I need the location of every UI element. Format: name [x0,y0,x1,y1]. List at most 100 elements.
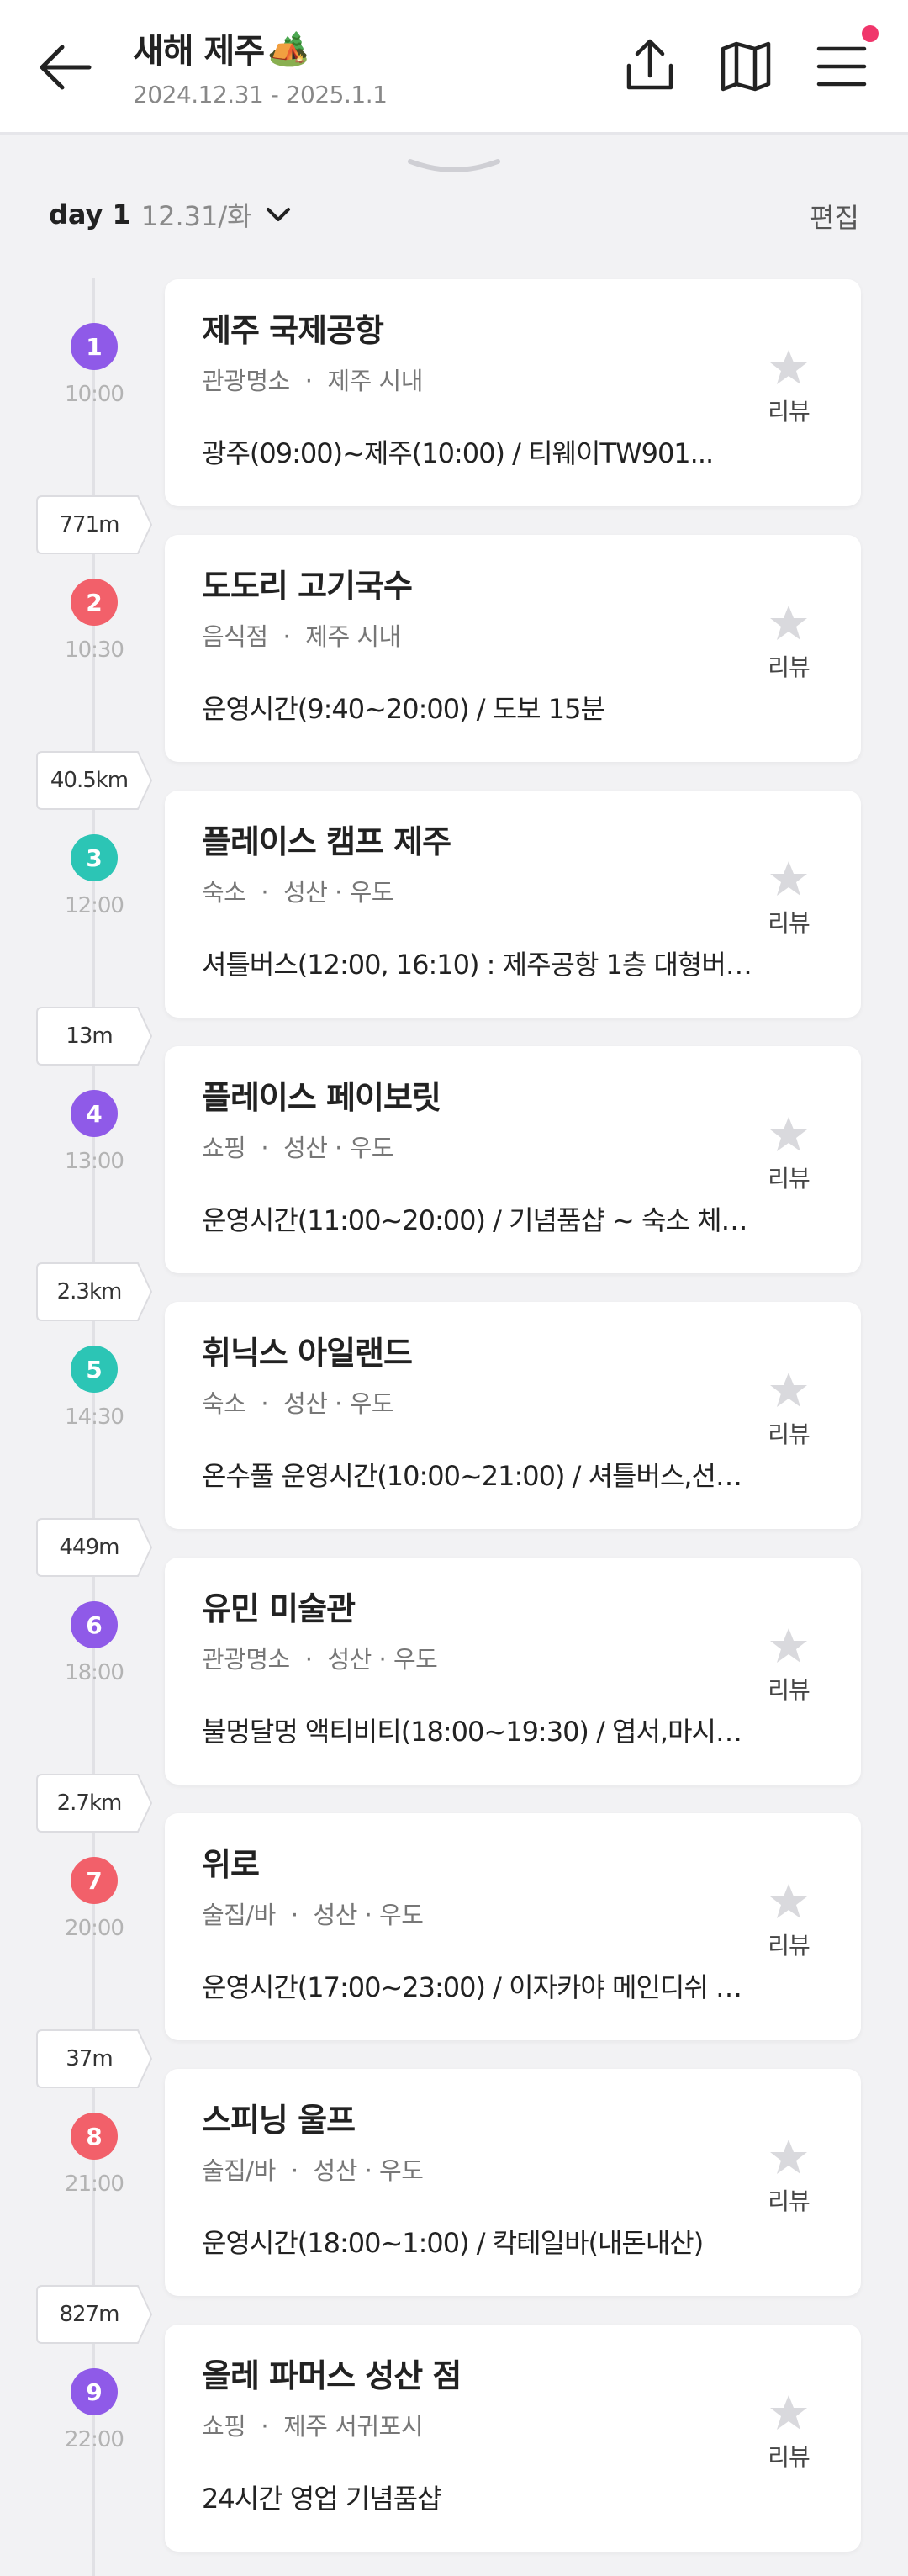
place-memo: 운영시간(9:40~20:00) / 도보 15분 [202,693,605,725]
place-name: 제주 국제공항 [202,312,384,349]
review-button[interactable]: 리뷰 [763,860,814,939]
place-area: 성산 · 우도 [283,878,393,907]
place-meta: 음식점 · 제주 시내 [202,617,401,653]
place-time: 10:30 [65,637,124,663]
review-button[interactable]: 리뷰 [763,2394,814,2473]
place-name: 유민 미술관 [202,1590,356,1627]
place-time: 10:00 [65,382,124,407]
meta-separator: · [261,878,269,907]
menu-icon[interactable] [812,37,871,96]
star-icon [770,350,807,384]
meta-separator: · [261,2412,269,2441]
place-name: 플레이스 캠프 제주 [202,823,451,860]
place-time: 21:00 [65,2171,124,2197]
distance-badge: 13m [35,1006,155,1066]
share-icon[interactable] [620,37,679,96]
place-memo: 불멍달멍 액티비티(18:00~19:30) / 엽서,마시멜로,... [202,1716,757,1748]
review-button[interactable]: 리뷰 [763,1627,814,1706]
trip-title-block: 새해 제주 🏕️ 2024.12.31 - 2025.1.1 [133,24,388,109]
place-number-badge: 2 [71,579,118,626]
place-card[interactable]: 스피닝 울프 술집/바 · 성산 · 우도 운영시간(18:00~1:00) / 칵테일… [165,2069,861,2296]
place-area: 성산 · 우도 [283,1389,393,1418]
place-card[interactable]: 도도리 고기국수음식점 · 제주 시내운영시간(9:40~20:00) / 도보 1… [165,535,861,762]
star-icon [770,1884,807,1918]
place-meta: 숙소 · 성산 · 우도 [202,873,393,908]
distance-text: 13m [66,1024,113,1049]
distance-text: 827m [59,2302,120,2327]
edit-button[interactable]: 편집 [810,197,859,235]
day-selector[interactable]: day 1 12.31/화 [49,195,293,234]
star-icon [770,1628,807,1663]
place-card[interactable]: 위로 술집/바 · 성산 · 우도 운영시간(17:00~23:00) / 이자카야 메… [165,1813,861,2040]
place-category: 숙소 [202,878,246,907]
place-number-badge: 3 [71,834,118,881]
review-button[interactable]: 리뷰 [763,348,814,427]
distance-text: 2.3km [56,1279,123,1304]
place-area: 성산 · 우도 [283,1134,393,1162]
distance-badge: 771m [35,495,155,555]
sheet-handle-icon[interactable] [407,156,501,177]
meta-separator: · [261,1134,269,1162]
review-label: 리뷰 [768,1676,810,1704]
day-date: 12.31/화 [140,200,252,232]
camping-emoji: 🏕️ [267,29,309,68]
distance-text: 771m [59,512,120,537]
star-icon [770,1117,807,1151]
app-header: 새해 제주 🏕️ 2024.12.31 - 2025.1.1 [0,0,908,135]
place-time: 20:00 [65,1916,124,1941]
review-button[interactable]: 리뷰 [763,1115,814,1194]
place-card[interactable]: 휘닉스 아일랜드 숙소 · 성산 · 우도 온수풀 운영시간(10:00~21:00) … [165,1302,861,1529]
place-number-badge: 7 [71,1857,118,1904]
review-button[interactable]: 리뷰 [763,1882,814,1961]
review-button[interactable]: 리뷰 [763,1371,814,1450]
distance-badge: 2.3km [35,1262,155,1322]
place-area: 제주 서귀포시 [283,2412,423,2441]
place-time: 14:30 [65,1404,124,1430]
place-name: 위로 [202,1846,260,1883]
distance-badge: 37m [35,2029,155,2089]
place-category: 관광명소 [202,367,290,395]
star-icon [770,2140,807,2174]
place-memo: 운영시간(11:00~20:00) / 기념품샵 ~ 숙소 체크인(... [202,1204,757,1236]
place-category: 쇼핑 [202,2412,246,2441]
review-button[interactable]: 리뷰 [763,604,814,683]
place-name: 스피닝 울프 [202,2102,356,2139]
map-icon[interactable] [716,37,775,96]
place-meta: 숙소 · 성산 · 우도 [202,1384,393,1420]
place-number-badge: 5 [71,1346,118,1393]
place-name: 도도리 고기국수 [202,568,413,605]
place-time: 13:00 [65,1149,124,1174]
day-label: day 1 [49,198,131,230]
review-label: 리뷰 [768,1420,810,1448]
place-card[interactable]: 올레 파머스 성산 점 쇼핑 · 제주 서귀포시 24시간 영업 기념품샵 리뷰 [165,2325,861,2552]
chevron-down-icon [266,208,290,221]
place-time: 22:00 [65,2427,124,2452]
back-arrow-icon[interactable] [37,40,94,94]
place-meta: 쇼핑 · 성산 · 우도 [202,1129,393,1164]
place-number-badge: 1 [71,323,118,370]
distance-badge: 2.7km [35,1773,155,1833]
place-card[interactable]: 플레이스 페이보릿 쇼핑 · 성산 · 우도 운영시간(11:00~20:00) / 기… [165,1046,861,1273]
place-memo: 운영시간(18:00~1:00) / 칵테일바(내돈내산) [202,2227,704,2259]
place-memo: 24시간 영업 기념품샵 [202,2483,442,2515]
distance-text: 37m [66,2046,113,2071]
review-button[interactable]: 리뷰 [763,2138,814,2217]
place-card[interactable]: 유민 미술관 관광명소 · 성산 · 우도 불멍달멍 액티비티(18:00~19:30)… [165,1558,861,1785]
place-area: 성산 · 우도 [313,2156,424,2185]
review-label: 리뷰 [768,398,810,426]
distance-text: 2.7km [56,1791,123,1816]
place-category: 술집/바 [202,1901,276,1929]
place-area: 제주 시내 [305,622,401,651]
place-time: 12:00 [65,893,124,918]
place-card[interactable]: 제주 국제공항 관광명소 · 제주 시내 광주(09:00)~제주(10:00) / 티… [165,279,861,506]
meta-separator: · [290,1901,298,1929]
review-label: 리뷰 [768,1165,810,1193]
place-name: 휘닉스 아일랜드 [202,1335,413,1372]
star-icon [770,1373,807,1407]
place-area: 성산 · 우도 [313,1901,424,1929]
place-number-badge: 9 [71,2368,118,2415]
place-meta: 관광명소 · 제주 시내 [202,362,423,397]
place-card[interactable]: 플레이스 캠프 제주 숙소 · 성산 · 우도 셔틀버스(12:00, 16:10) :… [165,791,861,1018]
place-meta: 쇼핑 · 제주 서귀포시 [202,2407,423,2442]
distance-badge: 40.5km [35,750,155,811]
